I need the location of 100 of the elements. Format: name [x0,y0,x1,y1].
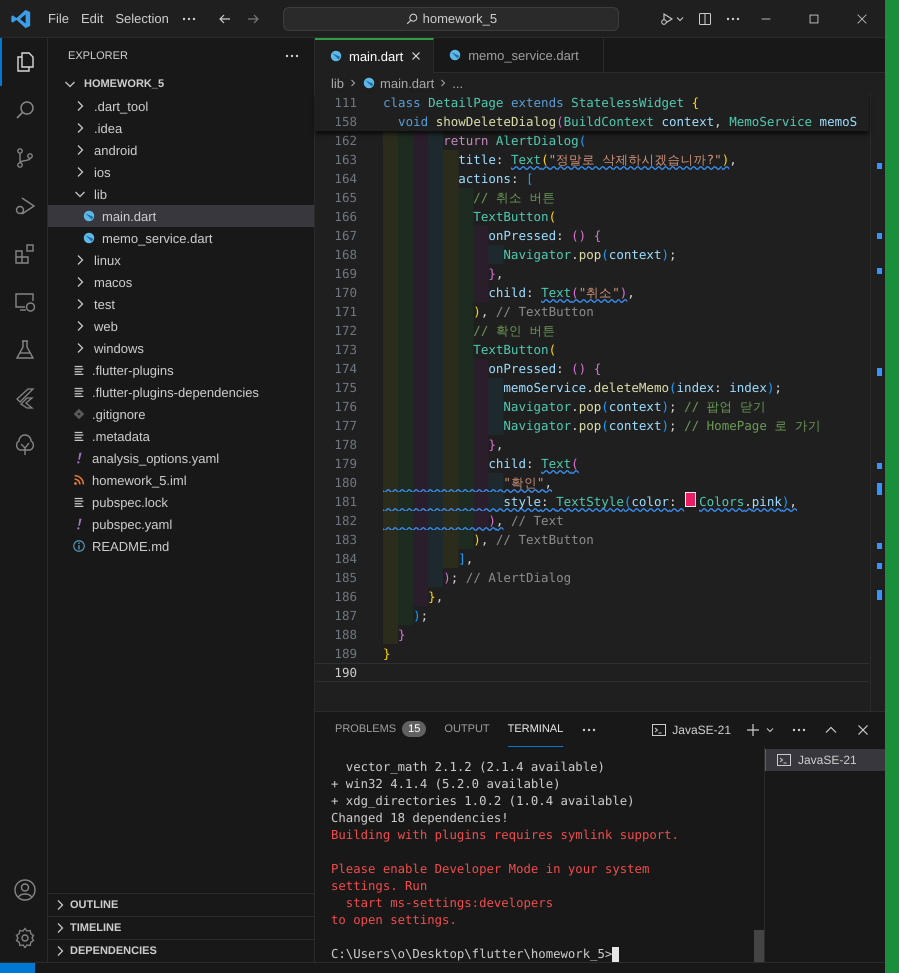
line-number: 183 [333,532,358,547]
line-number: 172 [333,323,358,338]
panel-tab[interactable]: PROBLEMS 15 [335,712,426,747]
file-row[interactable]: pubspec.yaml [48,513,314,535]
file-row[interactable]: analysis_options.yaml [48,447,314,469]
line-number: 188 [333,627,358,642]
editor-tab[interactable]: memo_service.dart [434,38,604,73]
close-icon[interactable] [855,12,869,26]
file-row[interactable]: pubspec.lock [48,491,314,513]
lines-file-icon [72,363,86,377]
line-number: 169 [333,266,358,281]
breadcrumb-item[interactable]: main.dart [380,76,434,90]
info-file-icon [72,539,86,553]
folder-row[interactable]: windows [48,337,314,359]
layout-icon[interactable] [697,10,713,26]
line-number: 177 [333,418,358,433]
terminal-prompt: C:\Users\o\Desktop\flutter\homework_5> [331,946,612,963]
diamond-file-icon [72,407,86,421]
editor-tab[interactable]: main.dart [315,38,434,73]
panel-tab[interactable]: TERMINAL [508,712,564,747]
account-icon[interactable] [12,878,36,902]
dart-file-icon [82,231,96,245]
line-number: 178 [333,437,358,452]
line-number: 173 [333,342,358,357]
section-header[interactable]: OUTLINE [48,893,314,916]
dart-file-icon [448,48,462,62]
terminal-line: settings. Run [331,878,428,895]
feed-file-icon [72,473,86,487]
line-number: 168 [333,247,358,262]
search-icon [404,12,419,26]
settings-icon[interactable] [12,926,36,950]
breadcrumb-item[interactable]: ... [452,76,464,90]
terminal-list-item[interactable]: JavaSE-21 [765,749,885,771]
folder-row[interactable]: .dart_tool [48,95,314,117]
breadcrumb-item[interactable]: lib [331,76,344,90]
menu-item[interactable]: Selection [109,7,175,30]
folder-row[interactable]: ios [48,161,314,183]
terminal-icon [651,722,668,738]
line-number: 181 [333,494,358,509]
code-line: void showDeleteDialog(BuildContext context, MemoService memoS [397,113,858,131]
terminal-line: to open settings. [331,912,457,929]
line-number: 179 [333,456,358,471]
dart-file-icon [82,209,96,223]
terminal-line: + xdg_directories 1.0.2 (1.0.4 available) [331,793,635,810]
line-number: 184 [333,551,358,566]
folder-row[interactable]: HOMEWORK_5 [48,73,314,95]
line-number: 174 [333,361,358,376]
scrollbar-thumb[interactable] [754,930,764,962]
file-row[interactable]: .gitignore [48,403,314,425]
line-number: 111 [333,95,358,110]
terminal-line: start ms-settings:developers [344,895,554,912]
file-row[interactable]: main.dart [48,205,314,227]
folder-row[interactable]: android [48,139,314,161]
dart-file-icon [329,49,343,63]
line-number: 190 [333,665,358,680]
file-row[interactable]: memo_service.dart [48,227,314,249]
dart-file-icon [362,76,376,90]
terminal-dropdown[interactable]: JavaSE-21 [651,722,731,738]
line-number: 187 [333,608,358,623]
app-logo-icon [10,8,32,30]
section-header[interactable]: TIMELINE [48,916,314,939]
menu-item[interactable]: File [42,7,75,30]
extensions-icon[interactable] [12,242,36,266]
folder-row[interactable]: web [48,315,314,337]
terminal-line: Please enable Developer Mode in your system [331,861,650,878]
folder-row[interactable]: macos [48,271,314,293]
folder-row[interactable]: linux [48,249,314,271]
file-row[interactable]: .flutter-plugins-dependencies [48,381,314,403]
file-row[interactable]: README.md [48,535,314,557]
folder-row[interactable]: lib [48,183,314,205]
line-number: 163 [333,152,358,167]
search-field[interactable]: homework_5 [282,6,619,30]
line-number: 164 [333,171,358,186]
lines-file-icon [72,429,86,443]
code-line: class DetailPage extends StatelessWidget { [383,94,700,112]
plus-icon[interactable] [745,722,761,738]
lines-file-icon [72,385,86,399]
terminal-icon [776,752,792,768]
terminal-line: Changed 18 dependencies! [331,810,509,827]
terminal-line: + win32 4.1.4 (5.2.0 available) [331,776,561,793]
line-number: 176 [333,399,358,414]
line-number: 185 [333,570,358,585]
maximize-icon[interactable] [807,12,821,26]
folder-row[interactable]: .idea [48,117,314,139]
count-badge: 15 [402,721,426,737]
lines-file-icon [72,495,86,509]
code-line: } [383,645,391,663]
line-number: 175 [333,380,358,395]
line-number: 182 [333,513,358,528]
menu-item[interactable]: Edit [74,7,110,30]
file-row[interactable]: .flutter-plugins [48,359,314,381]
folder-row[interactable]: test [48,293,314,315]
line-number: 165 [333,190,358,205]
line-number: 171 [333,304,358,319]
file-row[interactable]: homework_5.iml [48,469,314,491]
terminal-line: vector_math 2.1.2 (2.1.4 available) [344,759,605,776]
line-number: 166 [333,209,358,224]
run-debug-icon[interactable] [659,10,675,26]
file-row[interactable]: .metadata [48,425,314,447]
panel-tab[interactable]: OUTPUT [444,712,490,747]
